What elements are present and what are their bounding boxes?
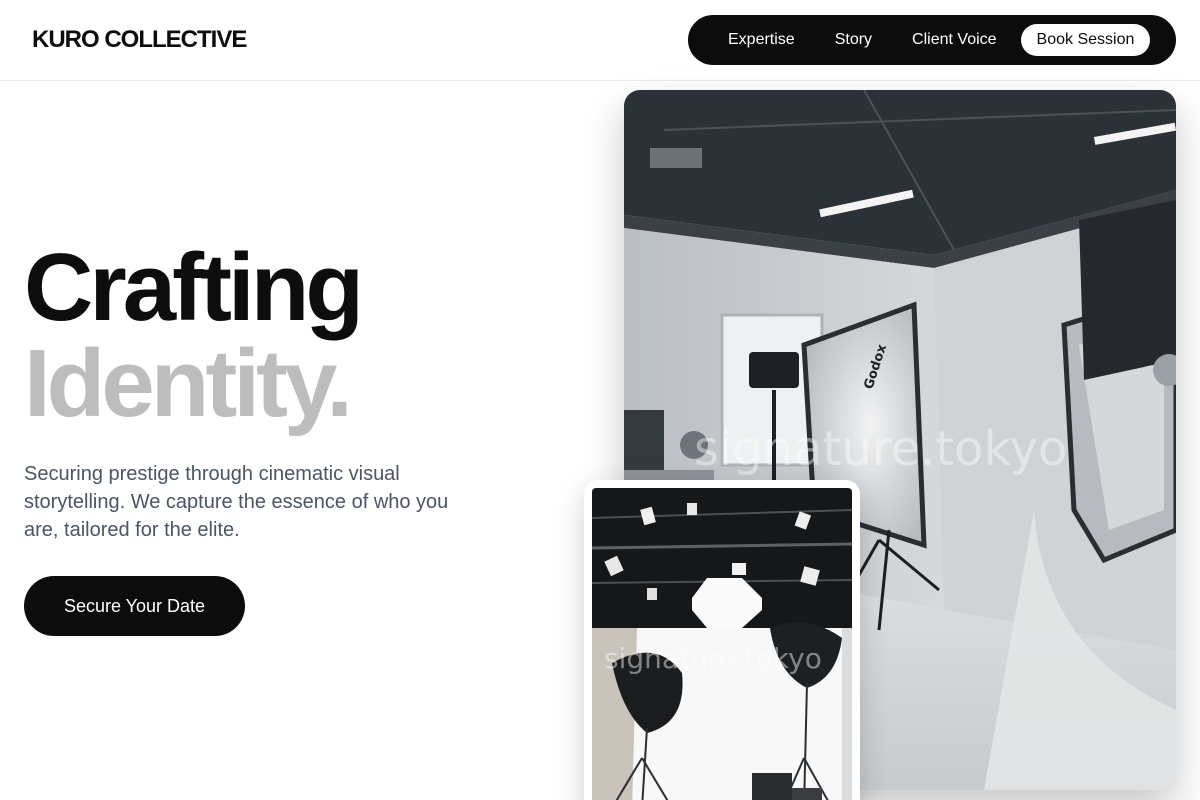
- site-header: KURO COLLECTIVE Expertise Story Client V…: [0, 0, 1200, 81]
- studio-photo-small: signature.tokyo: [584, 480, 860, 800]
- main-photo-watermark: signature.tokyo: [694, 421, 1067, 477]
- nav-link-story[interactable]: Story: [815, 24, 892, 56]
- hero-subtext: Securing prestige through cinematic visu…: [24, 463, 449, 541]
- nav-link-expertise[interactable]: Expertise: [708, 24, 815, 56]
- small-photo-watermark: signature.tokyo: [604, 642, 822, 675]
- hero-headline: Crafting Identity.: [24, 234, 364, 437]
- headline-line-1: Crafting: [24, 234, 364, 341]
- landing-page: KURO COLLECTIVE Expertise Story Client V…: [0, 0, 1200, 800]
- main-nav: Expertise Story Client Voice Book Sessio…: [688, 15, 1176, 65]
- nav-link-client-voice[interactable]: Client Voice: [892, 24, 1017, 56]
- secure-your-date-button[interactable]: Secure Your Date: [24, 576, 245, 636]
- book-session-button[interactable]: Book Session: [1020, 24, 1151, 56]
- headline-line-2: Identity.: [24, 330, 353, 437]
- brand-logo[interactable]: KURO COLLECTIVE: [32, 26, 247, 54]
